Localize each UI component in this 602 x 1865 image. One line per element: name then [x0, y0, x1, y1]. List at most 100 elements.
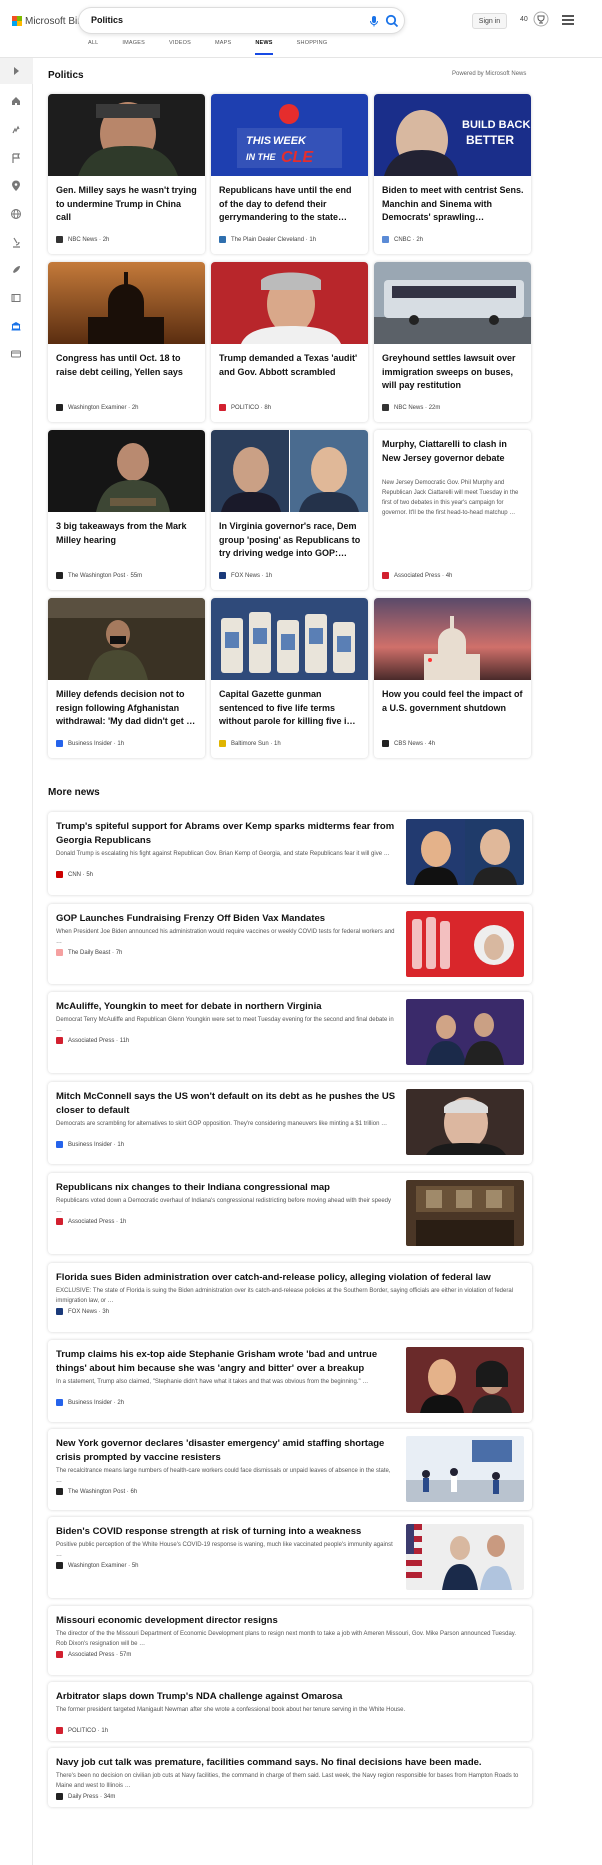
- bank-icon[interactable]: [10, 320, 22, 332]
- tab-videos[interactable]: VIDEOS: [169, 40, 191, 56]
- news-card-image[interactable]: BUILD BACK BETTER: [374, 94, 531, 176]
- more-news-item[interactable]: Republicans nix changes to their Indiana…: [48, 1173, 532, 1254]
- news-card-image[interactable]: [48, 430, 205, 512]
- more-news-item[interactable]: GOP Launches Fundraising Frenzy Off Bide…: [48, 904, 532, 984]
- rewards-trophy-icon[interactable]: [533, 11, 549, 27]
- rewards-points[interactable]: 40: [520, 16, 528, 23]
- tab-news[interactable]: NEWS: [255, 40, 273, 56]
- sparkle-icon[interactable]: [10, 124, 22, 136]
- film-icon[interactable]: [10, 292, 22, 304]
- more-news-title[interactable]: New York governor declares 'disaster eme…: [56, 1437, 396, 1465]
- source-logo-icon: [382, 740, 389, 747]
- more-news-thumbnail[interactable]: [406, 1347, 524, 1413]
- more-news-thumbnail[interactable]: [406, 1436, 524, 1502]
- news-card[interactable]: Congress has until Oct. 18 to raise debt…: [48, 262, 205, 422]
- sign-in-button[interactable]: Sign in: [472, 13, 507, 29]
- flag-icon[interactable]: [10, 152, 22, 164]
- more-news-title[interactable]: Republicans nix changes to their Indiana…: [56, 1181, 396, 1195]
- news-card[interactable]: Gen. Milley says he wasn't trying to und…: [48, 94, 205, 254]
- more-news-item[interactable]: Florida sues Biden administration over c…: [48, 1263, 532, 1332]
- news-card-title[interactable]: Republicans have until the end of the da…: [219, 184, 361, 225]
- news-card[interactable]: 3 big takeaways from the Mark Milley hea…: [48, 430, 205, 590]
- more-news-title[interactable]: McAuliffe, Youngkin to meet for debate i…: [56, 1000, 396, 1014]
- news-card-image[interactable]: [48, 598, 205, 680]
- more-news-title[interactable]: Trump claims his ex-top aide Stephanie G…: [56, 1348, 396, 1376]
- home-icon[interactable]: [10, 95, 22, 107]
- card-icon[interactable]: [10, 348, 22, 360]
- source-time: 55m: [130, 572, 143, 579]
- source-time: 1h: [101, 1727, 109, 1734]
- news-card-title[interactable]: Gen. Milley says he wasn't trying to und…: [56, 184, 198, 225]
- hamburger-menu-icon[interactable]: [562, 15, 574, 25]
- more-news-thumbnail[interactable]: [406, 1180, 524, 1246]
- more-news-title[interactable]: Arbitrator slaps down Trump's NDA challe…: [56, 1690, 524, 1704]
- microscope-icon[interactable]: [10, 236, 22, 248]
- more-news-thumbnail[interactable]: [406, 911, 524, 977]
- news-card-title[interactable]: Congress has until Oct. 18 to raise debt…: [56, 352, 198, 379]
- more-news-title[interactable]: Navy job cut talk was premature, facilit…: [56, 1756, 524, 1770]
- search-icon[interactable]: [384, 13, 400, 29]
- news-card[interactable]: Murphy, Ciattarelli to clash in New Jers…: [374, 430, 531, 590]
- news-card[interactable]: How you could feel the impact of a U.S. …: [374, 598, 531, 758]
- microphone-icon[interactable]: [367, 14, 381, 28]
- news-card[interactable]: Greyhound settles lawsuit over immigrati…: [374, 262, 531, 422]
- news-card-image[interactable]: THIS WEEK IN THE CLE: [211, 94, 368, 176]
- rocket-icon[interactable]: [10, 264, 22, 276]
- more-news-thumbnail[interactable]: [406, 1524, 524, 1590]
- more-news-title[interactable]: GOP Launches Fundraising Frenzy Off Bide…: [56, 912, 396, 926]
- more-news-item[interactable]: Arbitrator slaps down Trump's NDA challe…: [48, 1682, 532, 1741]
- news-card-image[interactable]: [211, 598, 368, 680]
- more-news-thumbnail[interactable]: [406, 999, 524, 1065]
- search-box[interactable]: Politics: [78, 7, 405, 34]
- news-card[interactable]: Milley defends decision not to resign fo…: [48, 598, 205, 758]
- globe-icon[interactable]: [10, 208, 22, 220]
- news-card-title[interactable]: How you could feel the impact of a U.S. …: [382, 688, 524, 715]
- news-card-title[interactable]: Greyhound settles lawsuit over immigrati…: [382, 352, 524, 393]
- more-news-title[interactable]: Florida sues Biden administration over c…: [56, 1271, 524, 1285]
- more-news-title[interactable]: Trump's spiteful support for Abrams over…: [56, 820, 396, 848]
- more-news-item[interactable]: Missouri economic development director r…: [48, 1606, 532, 1675]
- search-input[interactable]: Politics: [91, 15, 123, 25]
- news-card-title[interactable]: Trump demanded a Texas 'audit' and Gov. …: [219, 352, 361, 379]
- news-card[interactable]: Trump demanded a Texas 'audit' and Gov. …: [211, 262, 368, 422]
- news-card-title[interactable]: In Virginia governor's race, Dem group '…: [219, 520, 361, 561]
- tab-images[interactable]: IMAGES: [122, 40, 145, 56]
- news-card-image[interactable]: [374, 262, 531, 344]
- section-title: Politics: [48, 70, 84, 81]
- news-card-image[interactable]: [211, 262, 368, 344]
- news-card-source: The Plain Dealer Cleveland · 1h: [219, 236, 316, 243]
- news-card-title[interactable]: Biden to meet with centrist Sens. Manchi…: [382, 184, 524, 225]
- news-card-image[interactable]: [374, 598, 531, 680]
- more-news-thumbnail[interactable]: [406, 819, 524, 885]
- source-time: 4h: [428, 740, 436, 747]
- news-card[interactable]: Capital Gazette gunman sentenced to five…: [211, 598, 368, 758]
- more-news-item[interactable]: McAuliffe, Youngkin to meet for debate i…: [48, 992, 532, 1073]
- more-news-item[interactable]: Biden's COVID response strength at risk …: [48, 1517, 532, 1598]
- more-news-item[interactable]: Mitch McConnell says the US won't defaul…: [48, 1082, 532, 1164]
- tab-all[interactable]: ALL: [88, 40, 98, 56]
- news-card-image[interactable]: [48, 94, 205, 176]
- expand-icon[interactable]: [10, 65, 22, 77]
- news-card[interactable]: BUILD BACK BETTER Biden to meet with centr…: [374, 94, 531, 254]
- news-card-image[interactable]: [211, 430, 368, 512]
- more-news-thumbnail[interactable]: [406, 1089, 524, 1155]
- more-news-title[interactable]: Mitch McConnell says the US won't defaul…: [56, 1090, 396, 1118]
- more-news-item[interactable]: Trump claims his ex-top aide Stephanie G…: [48, 1340, 532, 1422]
- more-news-item[interactable]: Trump's spiteful support for Abrams over…: [48, 812, 532, 895]
- more-news-title[interactable]: Missouri economic development director r…: [56, 1614, 524, 1628]
- more-news-item[interactable]: Navy job cut talk was premature, facilit…: [48, 1748, 532, 1807]
- news-card[interactable]: THIS WEEK IN THE CLE Republicans have until …: [211, 94, 368, 254]
- more-news-title[interactable]: Biden's COVID response strength at risk …: [56, 1525, 396, 1539]
- location-icon[interactable]: [10, 180, 22, 192]
- more-news-item[interactable]: New York governor declares 'disaster eme…: [48, 1429, 532, 1510]
- more-news-snippet: The former president targeted Manigault …: [56, 1707, 406, 1713]
- news-card-title[interactable]: Milley defends decision not to resign fo…: [56, 688, 198, 729]
- news-card-image[interactable]: [48, 262, 205, 344]
- news-card-title[interactable]: Capital Gazette gunman sentenced to five…: [219, 688, 361, 729]
- bing-logo[interactable]: Microsoft Bing: [12, 14, 88, 28]
- news-card[interactable]: In Virginia governor's race, Dem group '…: [211, 430, 368, 590]
- news-card-title[interactable]: Murphy, Ciattarelli to clash in New Jers…: [382, 438, 524, 465]
- news-card-title[interactable]: 3 big takeaways from the Mark Milley hea…: [56, 520, 198, 547]
- tab-maps[interactable]: MAPS: [215, 40, 231, 56]
- tab-shopping[interactable]: SHOPPING: [297, 40, 328, 56]
